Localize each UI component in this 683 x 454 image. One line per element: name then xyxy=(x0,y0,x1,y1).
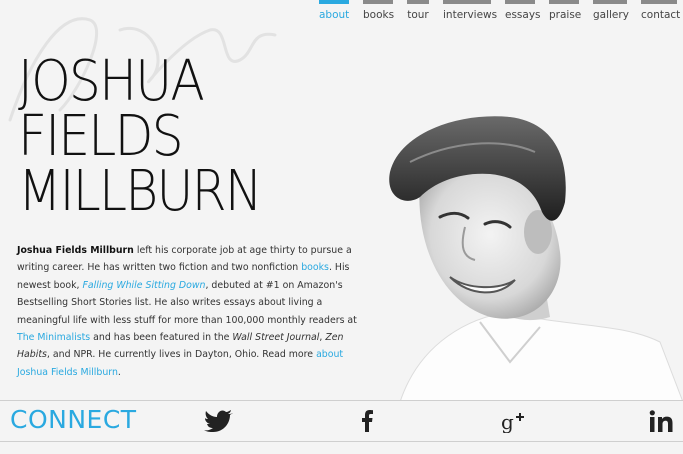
nav-about[interactable]: about xyxy=(319,0,349,32)
bio-paragraph: Joshua Fields Millburn left his corporat… xyxy=(17,245,357,378)
linkedin-link[interactable] xyxy=(647,407,675,435)
nav-interviews[interactable]: interviews xyxy=(443,0,497,32)
google-plus-icon: g xyxy=(501,410,524,433)
author-portrait xyxy=(389,116,683,402)
top-nav: about books tour interviews essays prais… xyxy=(319,0,681,32)
title-line-1: JOSHUA xyxy=(18,49,205,114)
nav-essays[interactable]: essays xyxy=(505,0,541,32)
connect-bar: CONNECT g xyxy=(0,400,683,442)
page-title: JOSHUA FIELDS MILLBURN xyxy=(18,49,263,224)
title-line-2: FIELDS xyxy=(18,104,184,169)
nav-label: praise xyxy=(549,9,582,21)
nav-label: interviews xyxy=(443,9,498,21)
nav-indicator xyxy=(319,0,349,4)
nav-books[interactable]: books xyxy=(363,0,395,32)
nav-label: essays xyxy=(505,9,541,21)
minimalists-link[interactable]: The Minimalists xyxy=(17,332,90,343)
nav-label: contact xyxy=(641,9,681,21)
twitter-link[interactable] xyxy=(203,407,235,435)
nav-label: tour xyxy=(407,9,429,21)
title-line-3: MILLBURN xyxy=(18,159,263,224)
nav-tour[interactable]: tour xyxy=(407,0,429,32)
nav-gallery[interactable]: gallery xyxy=(593,0,629,32)
connect-label: CONNECT xyxy=(10,405,137,434)
books-link[interactable]: books xyxy=(301,262,329,273)
nav-label: gallery xyxy=(593,9,629,21)
svg-text:g: g xyxy=(501,410,514,433)
facebook-link[interactable] xyxy=(357,407,377,435)
nav-label: books xyxy=(363,9,395,21)
nav-label: about xyxy=(319,9,350,21)
twitter-icon xyxy=(204,410,233,432)
google-plus-link[interactable]: g xyxy=(499,407,527,435)
author-name: Joshua Fields Millburn xyxy=(17,245,134,256)
nav-contact[interactable]: contact xyxy=(641,0,681,32)
linkedin-icon xyxy=(649,410,673,432)
book-title-link[interactable]: Falling While Sitting Down xyxy=(83,280,206,291)
nav-praise[interactable]: praise xyxy=(549,0,582,32)
facebook-icon xyxy=(362,410,373,432)
